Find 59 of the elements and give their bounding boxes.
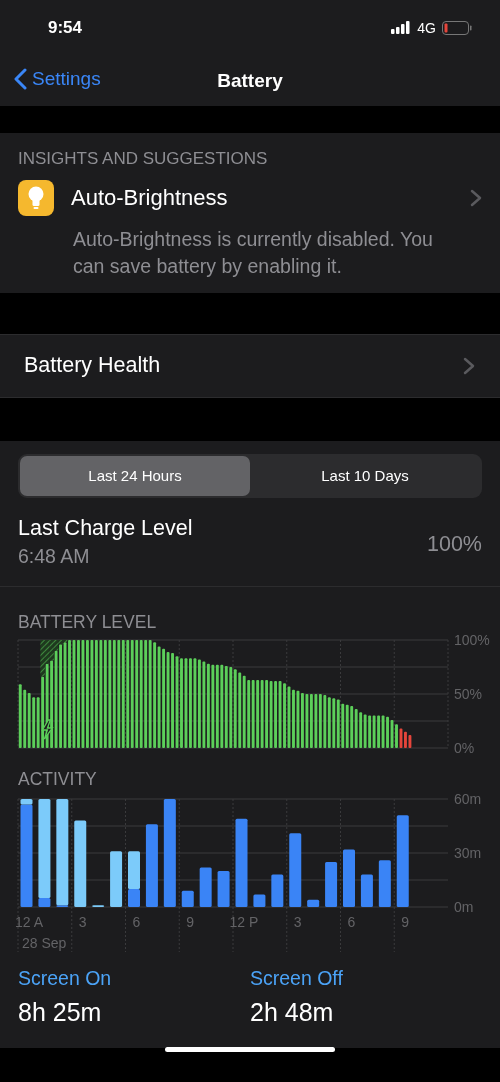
signal-icon [391,21,412,34]
axis-label: 6 [347,913,356,930]
axis-label: 12 A [14,913,43,930]
date-label: 28 Sep [22,934,67,951]
last-charge-time: 6:48 AM [18,544,90,568]
screen-on-bar [378,859,391,907]
summary-label: Screen Off [250,966,343,990]
axis-label: 6 [132,913,141,930]
summary-value: 2h 48m [250,997,334,1027]
summary-label: Screen On [18,966,112,990]
screen-on-bar [38,897,51,907]
axis-label: 0m [454,898,474,915]
axis-label: 12 P [229,913,259,930]
screen-on-bar [181,890,194,907]
back-button[interactable]: Settings [14,68,101,90]
screen-on-bar [307,899,320,907]
chart-title: BATTERY LEVEL [17,611,158,633]
chart-title: ACTIVITY [17,768,98,790]
screen-on-bar [343,849,355,907]
axis-label: 9 [401,913,410,930]
suggestion-description: Auto-Brightness is currently disabled. You can save battery by enabling it. [72,227,434,280]
range-tab[interactable]: Last 10 Days [250,455,480,496]
screen-off-bar [110,850,123,907]
last-charge-title: Last Charge Level [18,515,193,541]
charging-area [40,639,68,677]
charging-icon [41,718,54,740]
screen-on-bar [217,870,230,907]
row-label: Battery Health [24,353,162,379]
battery-health-row[interactable]: Battery Health [0,333,500,398]
screen-on-bar [360,874,373,907]
screen-off-bar [92,904,105,907]
axis-label: 3 [293,913,302,930]
axis-label: 0% [454,739,475,755]
axis-label: 9 [186,913,195,930]
network-label: 4G [417,19,436,36]
screen-off-bar [20,798,33,804]
summary-value: 8h 25m [18,997,102,1027]
lightbulb-icon [18,180,54,216]
screen-on-bar [271,874,284,907]
chevron-icon [470,189,482,207]
axis-label: 60m [454,790,482,807]
suggestion-title[interactable]: Auto-Brightness [71,185,470,211]
screen-on-bar [325,861,338,907]
axis-label: 50% [454,685,483,702]
nav-title: Battery [217,69,283,92]
section-header: INSIGHTS AND SUGGESTIONS [17,148,269,170]
axis-label: 3 [78,913,87,930]
chevron-icon [463,356,475,375]
axis-label: 100% [454,632,490,648]
status-time: 9:54 [48,17,84,38]
back-chevron-icon [14,68,27,90]
last-charge-level: 100% [427,530,482,558]
screen-off-bar [128,850,140,889]
axis-label: 30m [454,844,482,861]
range-tab[interactable]: Last 24 Hours [20,455,250,496]
battery-icon [442,20,472,35]
screen-on-bar [56,904,69,907]
screen-on-bar [199,867,212,907]
screen-on-bar [253,894,266,907]
